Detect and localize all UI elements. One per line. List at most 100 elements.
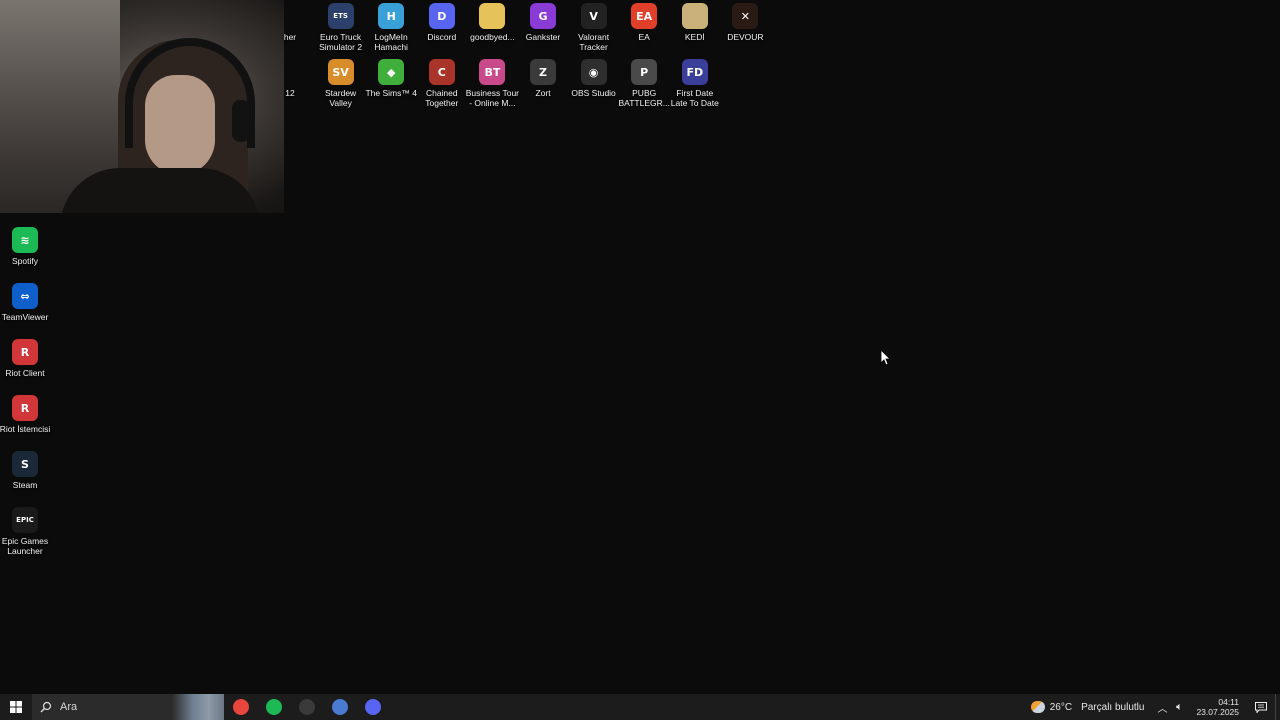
- desktop-icon-devour[interactable]: ✕ DEVOUR: [718, 3, 772, 42]
- gankster-icon: G: [530, 3, 556, 29]
- speaker-icon[interactable]: 🔈︎: [1170, 701, 1188, 714]
- epic-games-launcher-icon: EPIC: [12, 507, 38, 533]
- desktop-icon-label: Spotify: [12, 256, 38, 266]
- desktop-icon-label: Steam: [12, 480, 38, 490]
- notification-icon: [1255, 701, 1267, 713]
- desktop-icon-partial-12[interactable]: 12: [263, 59, 317, 98]
- desktop-icon-valorant-tracker[interactable]: V Valorant Tracker: [567, 3, 621, 52]
- desktop-icon-the-sims-4[interactable]: ◆ The Sims™ 4: [364, 59, 418, 98]
- riot-client-icon: R: [12, 339, 38, 365]
- stardew-valley-icon: SV: [327, 59, 354, 85]
- desktop-icon-label: DEVOUR: [727, 32, 764, 42]
- desktop-icon-teamviewer[interactable]: ⇔ TeamViewer: [0, 283, 52, 322]
- desktop-icon-first-date[interactable]: FD First Date Late To Date: [668, 59, 722, 108]
- weather-widget[interactable]: 26°C Parçalı bulutlu: [1030, 701, 1155, 713]
- obs-studio-icon: ◉: [580, 59, 607, 85]
- clock[interactable]: 04:11 23.07.2025: [1188, 697, 1247, 717]
- system-tray: 26°C Parçalı bulutlu ︿ 🔈︎ 04:11 23.07.20…: [1030, 694, 1280, 720]
- teamviewer-icon: ⇔: [12, 283, 38, 309]
- desktop-icon-label: her: [283, 32, 297, 42]
- desktop-icon-label: Stardew Valley: [325, 88, 357, 108]
- notification-button[interactable]: [1247, 694, 1275, 720]
- desktop-icon-label: First Date Late To Date: [670, 88, 719, 108]
- desktop-icon-label: LogMeIn Hamachi: [374, 32, 408, 52]
- taskbar-discord-button[interactable]: [356, 694, 389, 720]
- desktop-icon-epic-games-launcher[interactable]: EPIC Epic Games Launcher: [0, 507, 52, 556]
- desktop-icon-label: Business Tour - Online M...: [465, 88, 519, 108]
- desktop-icon-spotify[interactable]: ≋ Spotify: [0, 227, 52, 266]
- show-desktop-button[interactable]: [1275, 694, 1280, 720]
- desktop-icon-logmein-hamachi[interactable]: H LogMeIn Hamachi: [364, 3, 418, 52]
- taskbar-spotify-button[interactable]: [257, 694, 290, 720]
- logmein-hamachi-icon: H: [378, 3, 405, 29]
- taskbar-app-icon: [331, 699, 348, 715]
- taskbar-obs-button[interactable]: [290, 694, 323, 720]
- desktop-icon-riot-client[interactable]: R Riot Client: [0, 339, 52, 378]
- taskbar-app-button[interactable]: [323, 694, 356, 720]
- desktop-icon-euro-truck-simulator-2[interactable]: ETS Euro Truck Simulator 2: [314, 3, 368, 52]
- desktop-icon-label: 12: [285, 88, 295, 98]
- clock-date: 23.07.2025: [1196, 707, 1239, 717]
- desktop-icon-label: TeamViewer: [1, 312, 49, 322]
- pubg-icon: P: [631, 59, 658, 85]
- taskbar-chrome-button[interactable]: [224, 694, 257, 720]
- desktop-icon-business-tour[interactable]: BT Business Tour - Online M...: [465, 59, 519, 108]
- desktop-icon-label: Chained Together: [425, 88, 459, 108]
- search-input[interactable]: [60, 701, 160, 713]
- taskbar: 26°C Parçalı bulutlu ︿ 🔈︎ 04:11 23.07.20…: [0, 694, 1280, 720]
- webcam-overlay: [0, 0, 284, 213]
- euro-truck-simulator-2-icon: ETS: [327, 3, 354, 29]
- goodbyed-folder-icon: [479, 3, 506, 29]
- desktop-icon-label: Gankster: [525, 32, 561, 42]
- desktop-icon-label: Riot Client: [5, 368, 45, 378]
- desktop-icon-label: goodbyed...: [470, 32, 515, 42]
- desktop[interactable]: her ETS Euro Truck Simulator 2 H LogMeIn Ham…: [0, 0, 1280, 694]
- desktop-icon-ea[interactable]: EA EA: [617, 3, 671, 42]
- desktop-icon-gankster[interactable]: G Gankster: [516, 3, 570, 42]
- clock-time: 04:11: [1218, 697, 1239, 707]
- weather-desc: Parçalı bulutlu: [1081, 701, 1145, 713]
- desktop-icon-label: Epic Games Launcher: [1, 536, 49, 556]
- business-tour-icon: BT: [479, 59, 506, 85]
- desktop-icon-obs-studio[interactable]: ◉ OBS Studio: [567, 59, 621, 98]
- desktop-icon-label: Zort: [535, 88, 551, 98]
- desktop-icon-zort[interactable]: Z Zort: [516, 59, 570, 98]
- desktop-icon-kedi[interactable]: KEDİ: [668, 3, 722, 42]
- taskbar-obs-icon: [298, 699, 315, 715]
- first-date-icon: FD: [681, 59, 708, 85]
- desktop-icon-partial-launcher[interactable]: her: [263, 3, 317, 42]
- chained-together-icon: C: [428, 59, 455, 85]
- weather-temp: 26°C: [1049, 701, 1073, 713]
- search-icon: [40, 701, 52, 713]
- the-sims-4-icon: ◆: [378, 59, 405, 85]
- weather-icon: [1030, 701, 1045, 713]
- desktop-icon-goodbyed-folder[interactable]: goodbyed...: [465, 3, 519, 42]
- taskbar-search[interactable]: [32, 694, 224, 720]
- discord-icon: D: [428, 3, 455, 29]
- desktop-icon-riot-istemcisi[interactable]: R Riot İstemcisi: [0, 395, 52, 434]
- windows-logo-icon: [10, 701, 22, 713]
- desktop-icon-label: PUBG BATTLEGR...: [618, 88, 670, 108]
- steam-icon: S: [12, 451, 38, 477]
- desktop-icon-stardew-valley[interactable]: SV Stardew Valley: [314, 59, 368, 108]
- desktop-icon-chained-together[interactable]: C Chained Together: [415, 59, 469, 108]
- chevron-up-icon[interactable]: ︿: [1154, 700, 1170, 715]
- desktop-icon-label: EA: [638, 32, 650, 42]
- start-button[interactable]: [0, 694, 32, 720]
- devour-icon: ✕: [732, 3, 759, 29]
- desktop-icon-steam[interactable]: S Steam: [0, 451, 52, 490]
- desktop-icon-label: Discord: [427, 32, 457, 42]
- desktop-icon-label: OBS Studio: [571, 88, 616, 98]
- desktop-icon-discord[interactable]: D Discord: [415, 3, 469, 42]
- desktop-icon-pubg[interactable]: P PUBG BATTLEGR...: [617, 59, 671, 108]
- desktop-icon-label: Valorant Tracker: [578, 32, 610, 52]
- taskbar-chrome-icon: [232, 699, 249, 715]
- desktop-icon-label: KEDİ: [684, 32, 705, 42]
- taskbar-discord-icon: [364, 699, 381, 715]
- valorant-tracker-icon: V: [580, 3, 607, 29]
- desktop-icon-label: Euro Truck Simulator 2: [319, 32, 363, 52]
- taskbar-spotify-icon: [265, 699, 282, 715]
- kedi-icon: [681, 3, 708, 29]
- desktop-icon-label: Riot İstemcisi: [0, 424, 51, 434]
- desktop-icon-label: The Sims™ 4: [365, 88, 417, 98]
